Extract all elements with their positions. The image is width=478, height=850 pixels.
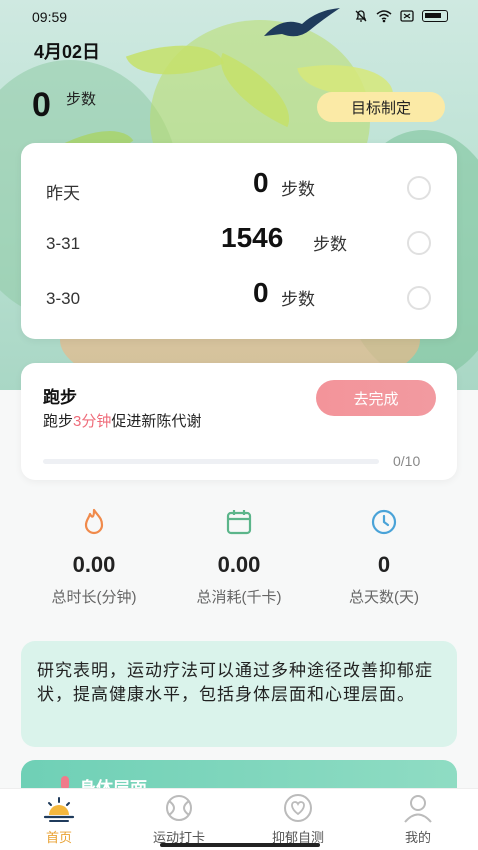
complete-task-button[interactable]: 去完成	[316, 380, 436, 416]
calendar-icon	[226, 510, 252, 535]
task-progress-bar	[43, 459, 379, 464]
step-history-card: 昨天 0 步数 3-31 1546 步数 3-30 0 步数	[21, 143, 457, 339]
stat-total-days: 0 总天数(天)	[324, 506, 444, 607]
ball-icon	[166, 795, 192, 821]
task-desc-prefix: 跑步	[43, 413, 74, 430]
wifi-icon	[376, 10, 392, 23]
date-label: 4月02日	[34, 42, 101, 62]
stat-caption: 总消耗(千卡)	[196, 589, 282, 606]
bell-off-icon	[355, 10, 367, 22]
stat-value: 0.00	[72, 552, 116, 577]
bottom-nav: 首页 运动打卡 抑郁自测 我的	[0, 788, 478, 850]
stat-caption: 总天数(天)	[349, 589, 419, 606]
history-date: 昨天	[46, 184, 80, 203]
history-unit: 步数	[281, 290, 315, 309]
task-description: 跑步3分钟促进新陈代谢	[43, 410, 201, 431]
task-card: 跑步 跑步3分钟促进新陈代谢 去完成 0/10	[21, 363, 457, 480]
task-desc-highlight: 3分钟	[73, 413, 112, 430]
battery-icon	[422, 10, 448, 22]
history-unit: 步数	[281, 180, 315, 199]
goal-setting-button[interactable]: 目标制定	[317, 92, 445, 122]
history-steps: 1546	[221, 222, 284, 253]
stat-total-duration: 0.00 总时长(分钟)	[34, 506, 154, 607]
history-unit: 步数	[313, 235, 347, 254]
stat-caption: 总时长(分钟)	[51, 589, 137, 606]
nav-label: 我的	[404, 830, 431, 845]
today-steps-unit: 步数	[66, 91, 97, 108]
task-progress-text: 0/10	[393, 453, 421, 469]
stat-total-calories: 0.00 总消耗(千卡)	[179, 506, 299, 607]
history-steps: 0	[253, 277, 269, 308]
history-date: 3-30	[46, 289, 81, 308]
status-icons	[354, 9, 448, 23]
history-radio[interactable]	[407, 176, 431, 200]
nav-label: 首页	[45, 830, 72, 845]
history-radio[interactable]	[407, 231, 431, 255]
status-time: 09:59	[32, 9, 68, 25]
stat-value: 0.00	[217, 552, 261, 577]
history-date: 3-31	[46, 234, 81, 253]
nav-item-exercise[interactable]: 运动打卡	[134, 793, 224, 846]
history-row[interactable]: 昨天 0 步数	[21, 167, 457, 207]
research-info-card: 研究表明，运动疗法可以通过多种途径改善抑郁症状，提高健康水平，包括身体层面和心理…	[21, 641, 457, 747]
system-home-indicator[interactable]	[160, 843, 320, 847]
sim-icon	[400, 10, 414, 22]
home-sun-icon	[43, 797, 75, 822]
user-icon	[404, 795, 432, 823]
flame-icon	[84, 508, 104, 535]
heart-icon	[284, 794, 312, 822]
history-row[interactable]: 3-30 0 步数	[21, 277, 457, 317]
history-row[interactable]: 3-31 1546 步数	[21, 222, 457, 262]
history-steps: 0	[253, 167, 269, 198]
task-desc-suffix: 促进新陈代谢	[111, 413, 202, 430]
clock-icon	[371, 509, 397, 535]
nav-item-profile[interactable]: 我的	[373, 793, 463, 846]
status-bar: 09:59	[0, 6, 478, 30]
nav-item-home[interactable]: 首页	[14, 793, 104, 846]
task-title: 跑步	[43, 388, 77, 407]
nav-item-self-test[interactable]: 抑郁自测	[253, 793, 343, 846]
history-radio[interactable]	[407, 286, 431, 310]
stat-value: 0	[377, 552, 391, 577]
today-steps-value: 0	[32, 86, 51, 124]
